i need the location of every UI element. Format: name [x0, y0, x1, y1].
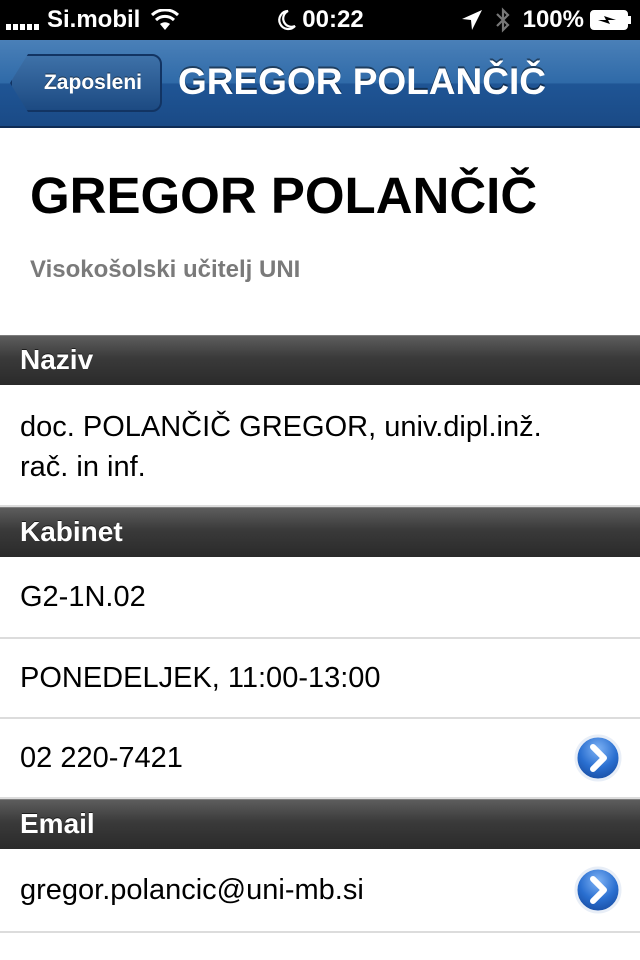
chevron-right-circle-icon[interactable]	[574, 866, 622, 914]
do-not-disturb-moon-icon	[278, 9, 297, 31]
room-text: G2-1N.02	[20, 580, 146, 613]
office-hours-text: PONEDELJEK, 11:00-13:00	[20, 661, 381, 694]
section-header-naziv: Naziv	[0, 335, 640, 385]
naziv-line-2: rač. in inf.	[20, 451, 146, 483]
office-hours-row: PONEDELJEK, 11:00-13:00	[0, 639, 640, 719]
location-arrow-icon	[461, 10, 482, 30]
bluetooth-icon	[495, 7, 510, 33]
email-row[interactable]: gregor.polancic@uni-mb.si	[0, 849, 640, 933]
naziv-text: doc. POLANČIČ GREGOR, univ.dipl.inž. rač…	[20, 407, 610, 487]
back-button[interactable]: Zaposleni	[10, 54, 162, 112]
status-time: 00:22	[302, 6, 364, 33]
section-header-email: Email	[0, 799, 640, 849]
person-role: Visokošolski učitelj UNI	[30, 256, 301, 283]
phone-text: 02 220-7421	[20, 741, 183, 774]
room-row: G2-1N.02	[0, 557, 640, 639]
status-bar: Si.mobil 00:22 100%	[0, 0, 640, 40]
phone-row[interactable]: 02 220-7421	[0, 719, 640, 799]
battery-percentage: 100%	[522, 6, 584, 33]
section-header-kabinet: Kabinet	[0, 507, 640, 557]
chevron-right-circle-icon[interactable]	[574, 734, 622, 782]
navigation-bar: Zaposleni GREGOR POLANČIČ	[0, 40, 640, 128]
battery-charging-icon	[590, 10, 631, 30]
email-text: gregor.polancic@uni-mb.si	[20, 873, 364, 906]
person-name: GREGOR POLANČIČ	[30, 167, 538, 224]
naziv-line-1: doc. POLANČIČ GREGOR, univ.dipl.inž.	[20, 411, 542, 443]
back-button-label: Zaposleni	[43, 71, 143, 94]
nav-title: GREGOR POLANČIČ	[178, 61, 546, 102]
naziv-row: doc. POLANČIČ GREGOR, univ.dipl.inž. rač…	[0, 385, 640, 507]
